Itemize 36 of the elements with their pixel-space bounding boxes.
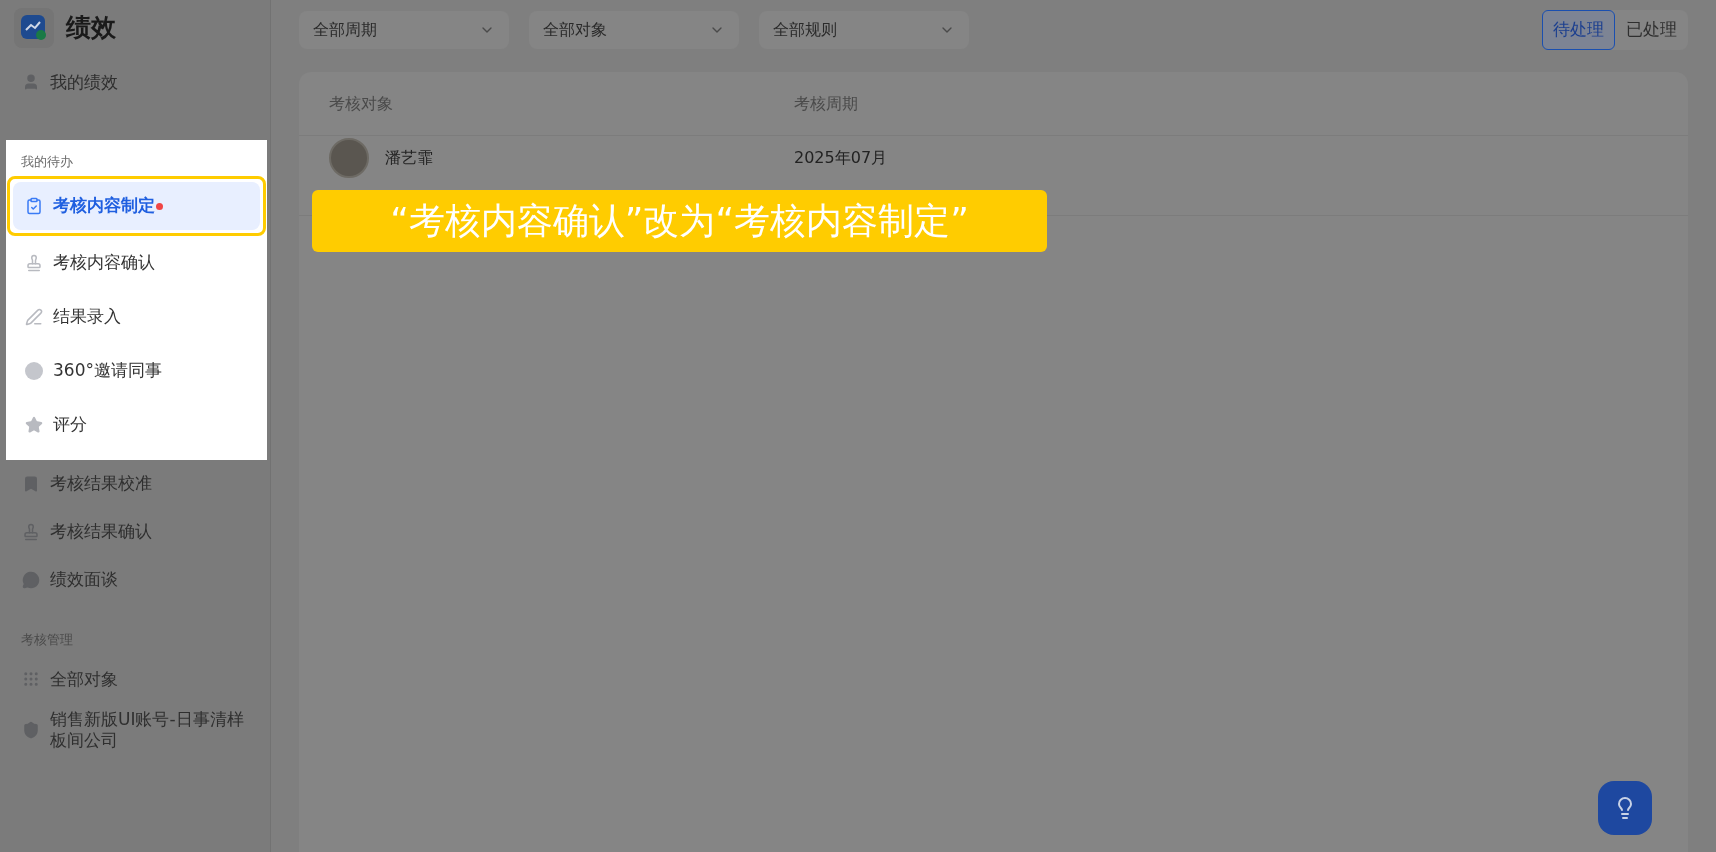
sidebar-item[interactable]: 评分 — [13, 400, 260, 449]
filter-dropdown[interactable]: 全部周期 — [299, 11, 509, 49]
column-header: 考核对象 — [329, 92, 394, 115]
sidebar-item[interactable]: 考核结果校准 — [10, 459, 260, 508]
clipboard-check-icon — [25, 196, 43, 215]
person-icon — [22, 73, 40, 91]
sidebar-item[interactable]: 考核结果确认 — [10, 507, 260, 556]
filter-dropdown[interactable]: 全部规则 — [759, 11, 969, 49]
bookmark-icon — [22, 474, 40, 493]
avatar — [329, 137, 369, 178]
app-logo-icon — [14, 8, 54, 48]
filter-dropdown[interactable]: 全部对象 — [529, 11, 739, 49]
stamp-icon — [25, 253, 43, 272]
assistant-button[interactable] — [1598, 781, 1652, 835]
status-tab[interactable]: 已处理 — [1615, 10, 1688, 50]
table-cell-text: 2025年07月 — [794, 146, 888, 169]
table-cell-text: 潘艺霏 — [385, 146, 433, 169]
chat-bubble-icon — [22, 570, 40, 589]
status-tab[interactable]: 待处理 — [1542, 10, 1615, 50]
sidebar-item[interactable]: 结果录入 — [13, 292, 260, 341]
sidebar-item[interactable]: 考核内容确认 — [13, 238, 260, 287]
sidebar-item[interactable]: 考核内容制定 — [13, 181, 260, 230]
sidebar-item[interactable]: 销售新版UI账号-日事清样板间公司 — [10, 703, 260, 757]
group-label: 我的待办 — [20, 153, 74, 171]
column-header: 考核周期 — [794, 92, 858, 115]
app-title: 绩效 — [66, 12, 116, 45]
sidebar-item[interactable]: 我的绩效 — [10, 58, 260, 106]
annotation-callout: “考核内容确认”改为“考核内容制定” — [312, 190, 1047, 252]
pen-icon — [25, 307, 43, 326]
shield-icon — [22, 721, 40, 739]
sidebar-item[interactable]: 绩效面谈 — [10, 555, 260, 604]
star-icon — [25, 415, 43, 434]
sidebar-item[interactable]: 360°邀请同事 — [13, 346, 260, 395]
sidebar-item[interactable]: 全部对象 — [10, 655, 260, 703]
dots-grid-icon — [22, 670, 40, 688]
stamp-icon — [22, 522, 40, 541]
